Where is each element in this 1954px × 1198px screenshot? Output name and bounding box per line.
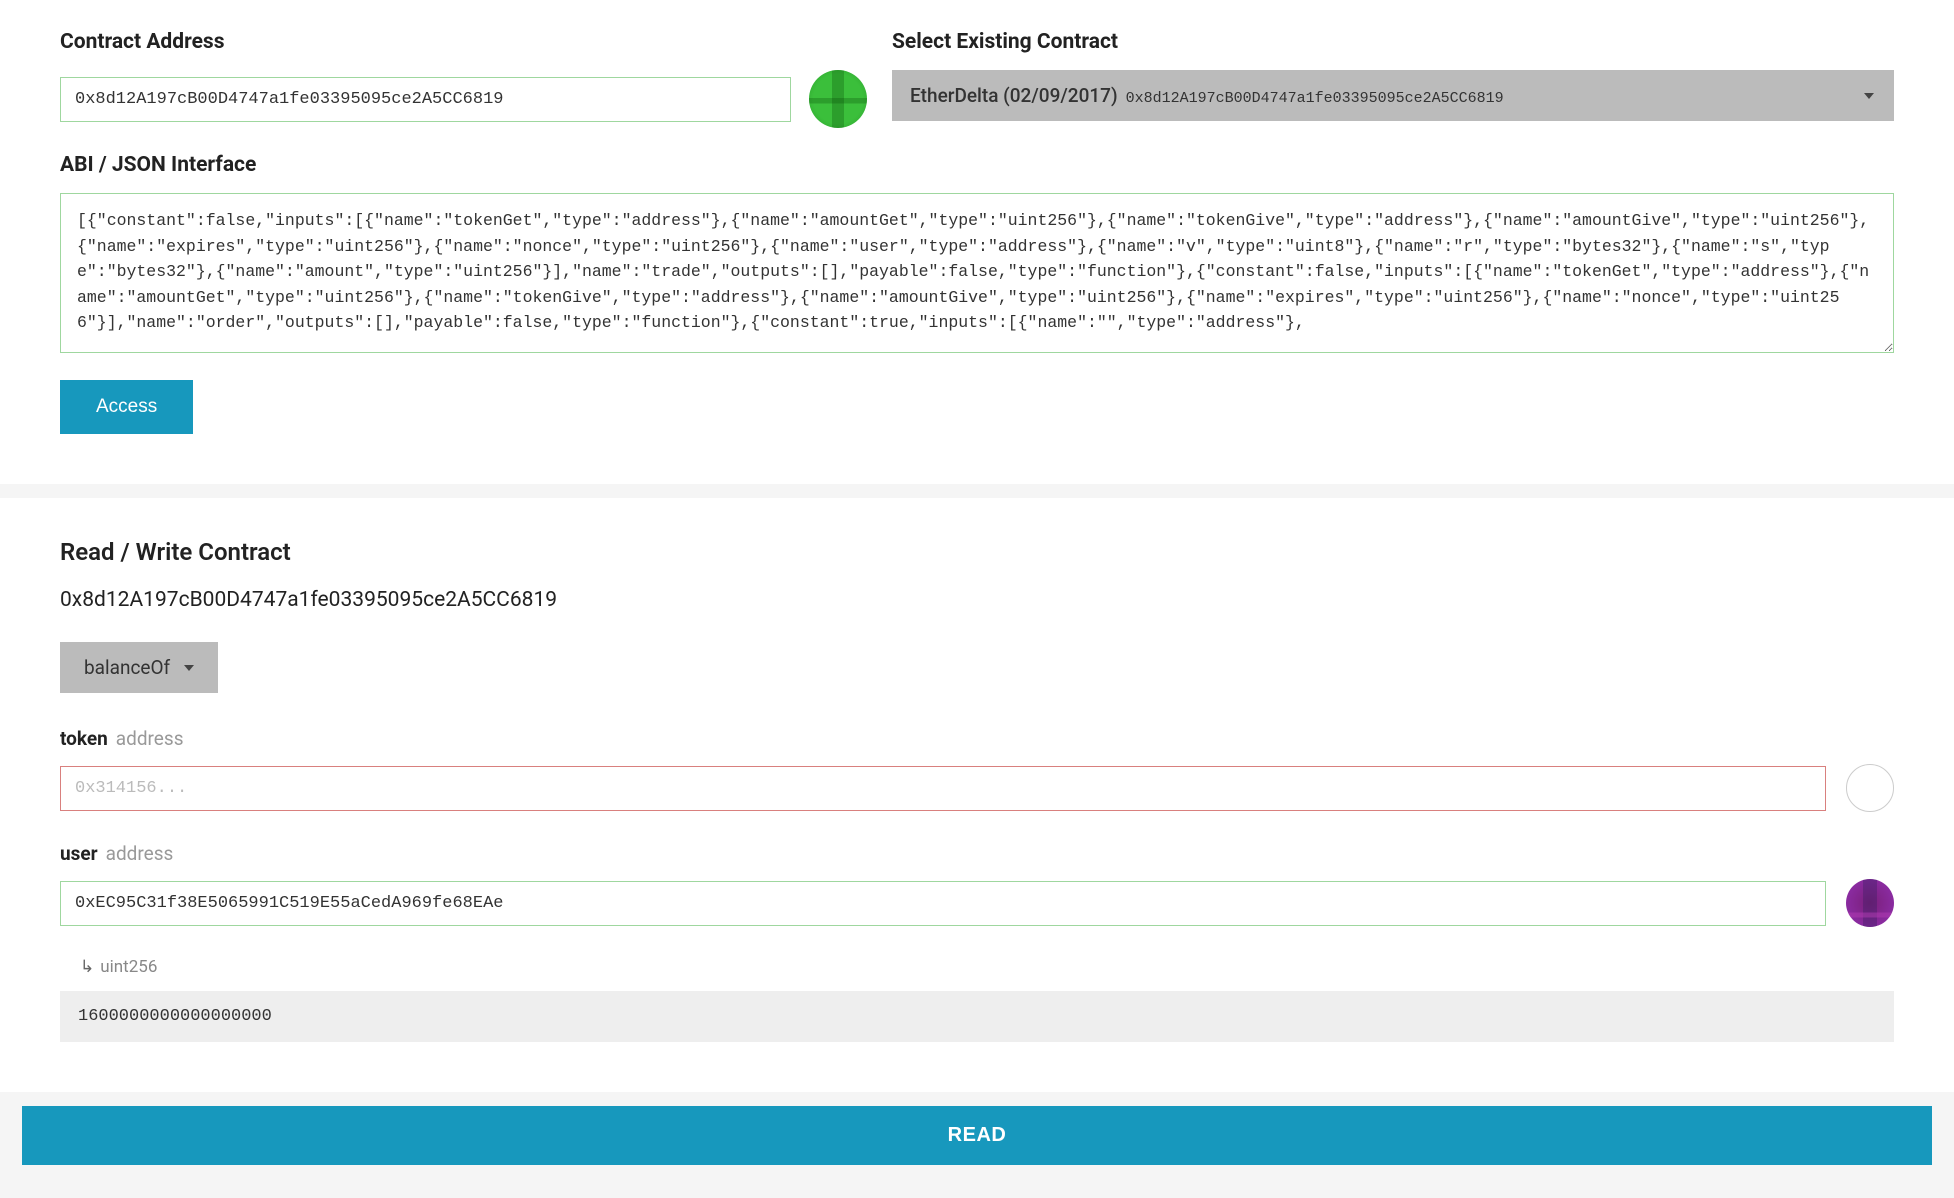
chevron-down-icon <box>1864 93 1874 99</box>
read-button[interactable]: READ <box>22 1106 1932 1165</box>
select-existing-contract-dropdown[interactable]: EtherDelta (02/09/2017) 0x8d12A197cB00D4… <box>892 70 1894 121</box>
read-write-panel: Read / Write Contract 0x8d12A197cB00D474… <box>0 498 1954 1092</box>
address-identicon-icon <box>809 70 867 128</box>
token-address-input[interactable] <box>60 766 1826 811</box>
function-select-dropdown[interactable]: balanceOf <box>60 642 218 693</box>
param-label-user: user address <box>60 842 1894 865</box>
user-identicon-icon <box>1846 879 1894 927</box>
read-write-title: Read / Write Contract <box>60 538 1894 566</box>
output-block: uint256 1600000000000000000 <box>80 957 1894 1042</box>
param-name: token <box>60 727 108 750</box>
contract-address-input[interactable] <box>60 77 791 122</box>
token-identicon-icon <box>1846 764 1894 812</box>
read-write-address: 0x8d12A197cB00D4747a1fe03395095ce2A5CC68… <box>60 588 1894 612</box>
contract-config-panel: Contract Address Select Existing Contrac… <box>0 0 1954 484</box>
access-button[interactable]: Access <box>60 380 193 434</box>
chevron-down-icon <box>184 665 194 671</box>
output-type-label: uint256 <box>80 957 1894 977</box>
contract-address-label: Contract Address <box>60 30 867 54</box>
param-label-token: token address <box>60 727 1894 750</box>
select-existing-label: Select Existing Contract <box>892 30 1894 54</box>
abi-textarea[interactable] <box>60 193 1894 353</box>
param-type: address <box>106 842 174 865</box>
user-address-input[interactable] <box>60 881 1826 926</box>
selected-contract-address: 0x8d12A197cB00D4747a1fe03395095ce2A5CC68… <box>1126 90 1504 107</box>
function-selected-name: balanceOf <box>84 656 170 679</box>
output-value: 1600000000000000000 <box>60 991 1894 1042</box>
selected-contract-name: EtherDelta (02/09/2017) <box>910 84 1118 107</box>
abi-label: ABI / JSON Interface <box>60 153 1894 177</box>
param-name: user <box>60 842 98 865</box>
param-type: address <box>116 727 184 750</box>
